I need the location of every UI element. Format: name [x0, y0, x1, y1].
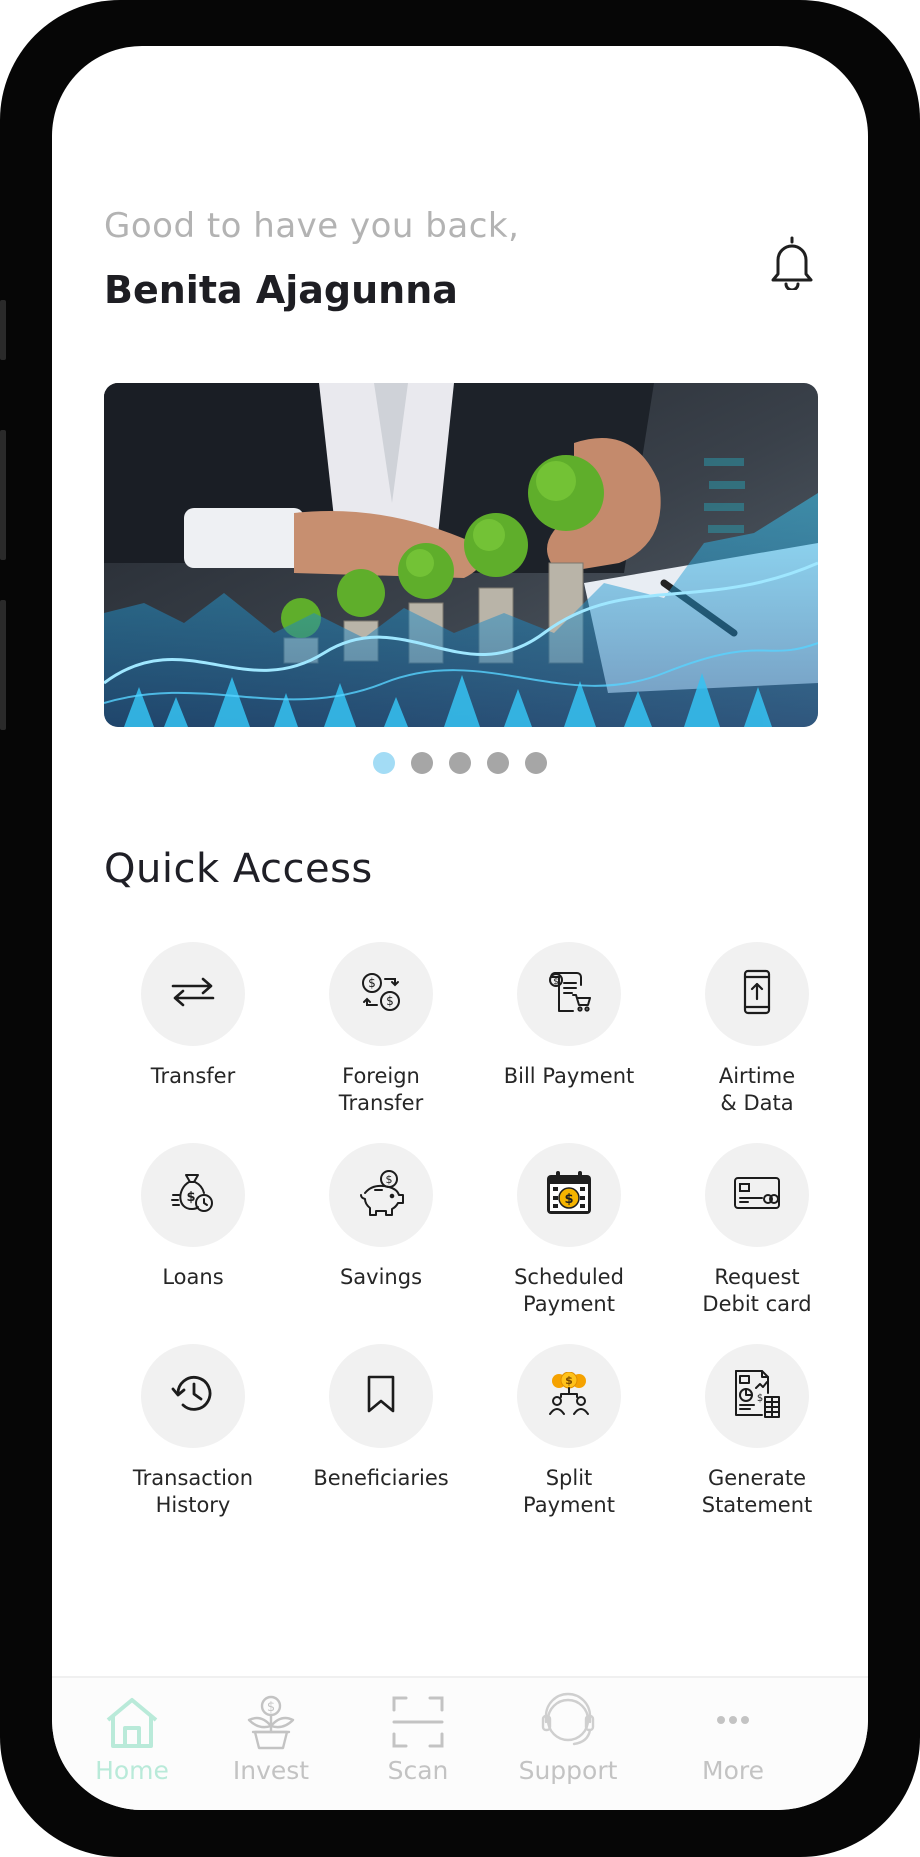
- quick-access-label: Loans: [162, 1265, 224, 1289]
- money-bag-icon: $: [171, 1171, 215, 1219]
- tab-scan[interactable]: Scan: [343, 1678, 493, 1785]
- quick-access-loans[interactable]: $ Loans: [99, 1143, 287, 1291]
- plant-money-icon: $: [241, 1692, 301, 1752]
- user-name: Benita Ajagunna: [104, 268, 458, 312]
- carousel-dot-5[interactable]: [525, 752, 547, 774]
- volume-up-button: [0, 430, 6, 560]
- quick-access-label: Transaction History: [132, 1466, 254, 1517]
- quick-access-foreign-transfer[interactable]: $ $ Foreign Transfer: [287, 942, 475, 1117]
- bookmark-icon: [365, 1373, 397, 1419]
- quick-access-request-debit-card[interactable]: Request Debit card: [663, 1143, 851, 1318]
- quick-access-label: Scheduled Payment: [514, 1265, 624, 1316]
- mute-switch: [0, 300, 6, 360]
- currency-exchange-icon: $ $: [360, 971, 402, 1017]
- app-screen: Good to have you back, Benita Ajagunna Q…: [52, 46, 868, 1810]
- tab-support[interactable]: Support: [493, 1678, 643, 1785]
- quick-access-airtime-data[interactable]: Airtime & Data: [663, 942, 851, 1117]
- carousel-dot-4[interactable]: [487, 752, 509, 774]
- phone-frame: Good to have you back, Benita Ajagunna Q…: [0, 0, 920, 1857]
- tab-label: More: [702, 1756, 764, 1785]
- svg-text:$: $: [368, 976, 376, 990]
- tab-label: Invest: [232, 1756, 310, 1785]
- svg-text:$: $: [386, 994, 394, 1008]
- svg-text:$: $: [757, 1393, 763, 1404]
- quick-access-title: Quick Access: [104, 846, 373, 892]
- tab-label: Scan: [387, 1756, 449, 1785]
- quick-access-label: Transfer: [150, 1064, 236, 1088]
- svg-text:$: $: [267, 1700, 275, 1715]
- quick-access-label: Beneficiaries: [313, 1466, 449, 1490]
- quick-access-savings[interactable]: $ Savings: [287, 1143, 475, 1291]
- bill-receipt-icon: $: [547, 969, 591, 1019]
- quick-access-transfer[interactable]: Transfer: [99, 942, 287, 1090]
- quick-access-label: Savings: [339, 1265, 423, 1289]
- carousel-dot-1[interactable]: [373, 752, 395, 774]
- quick-access-bill-payment[interactable]: $ Bill Payment: [475, 942, 663, 1090]
- quick-access-label: Generate Statement: [701, 1466, 813, 1517]
- carousel-dot-2[interactable]: [411, 752, 433, 774]
- tab-more[interactable]: More: [658, 1678, 808, 1785]
- scan-frame-icon: [388, 1692, 448, 1752]
- svg-text:$: $: [565, 1374, 573, 1387]
- split-people-icon: $: [545, 1371, 593, 1420]
- mobile-topup-icon: [742, 969, 772, 1019]
- piggy-bank-icon: $: [355, 1169, 407, 1221]
- quick-access-label: Airtime & Data: [718, 1064, 796, 1115]
- quick-access-label: Request Debit card: [702, 1265, 812, 1316]
- svg-text:$: $: [564, 1192, 573, 1207]
- transfer-arrows-icon: [171, 977, 215, 1011]
- quick-access-label: Foreign Transfer: [338, 1064, 424, 1115]
- quick-access-generate-statement[interactable]: $ Generate Statement: [663, 1344, 851, 1519]
- home-icon: [102, 1692, 162, 1752]
- greeting-text: Good to have you back,: [104, 206, 520, 246]
- quick-access-transaction-history[interactable]: Transaction History: [99, 1344, 287, 1519]
- headset-icon: [538, 1692, 598, 1752]
- quick-access-split-payment[interactable]: $ Split Payment: [475, 1344, 663, 1519]
- history-clock-icon: [171, 1373, 215, 1419]
- bell-icon[interactable]: [767, 234, 817, 292]
- volume-down-button: [0, 600, 6, 730]
- carousel-indicator: [52, 752, 868, 774]
- bottom-tab-bar: Home $ Invest Scan Support More: [52, 1676, 868, 1810]
- quick-access-label: Bill Payment: [503, 1064, 635, 1088]
- tab-label: Support: [518, 1756, 618, 1785]
- tab-label: Home: [95, 1756, 169, 1785]
- tab-invest[interactable]: $ Invest: [196, 1678, 346, 1785]
- quick-access-beneficiaries[interactable]: Beneficiaries: [287, 1344, 475, 1492]
- quick-access-scheduled-payment[interactable]: $ Scheduled Payment: [475, 1143, 663, 1318]
- svg-text:$: $: [553, 977, 559, 987]
- statement-report-icon: $: [732, 1369, 782, 1423]
- promo-banner-image[interactable]: [104, 383, 818, 727]
- quick-access-label: Split Payment: [523, 1466, 615, 1517]
- svg-text:$: $: [386, 1173, 393, 1186]
- more-dots-icon: [703, 1692, 763, 1752]
- debit-card-icon: [733, 1176, 781, 1214]
- calendar-dollar-icon: $: [545, 1170, 593, 1220]
- svg-text:$: $: [186, 1190, 195, 1205]
- carousel-dot-3[interactable]: [449, 752, 471, 774]
- tab-home[interactable]: Home: [57, 1678, 207, 1785]
